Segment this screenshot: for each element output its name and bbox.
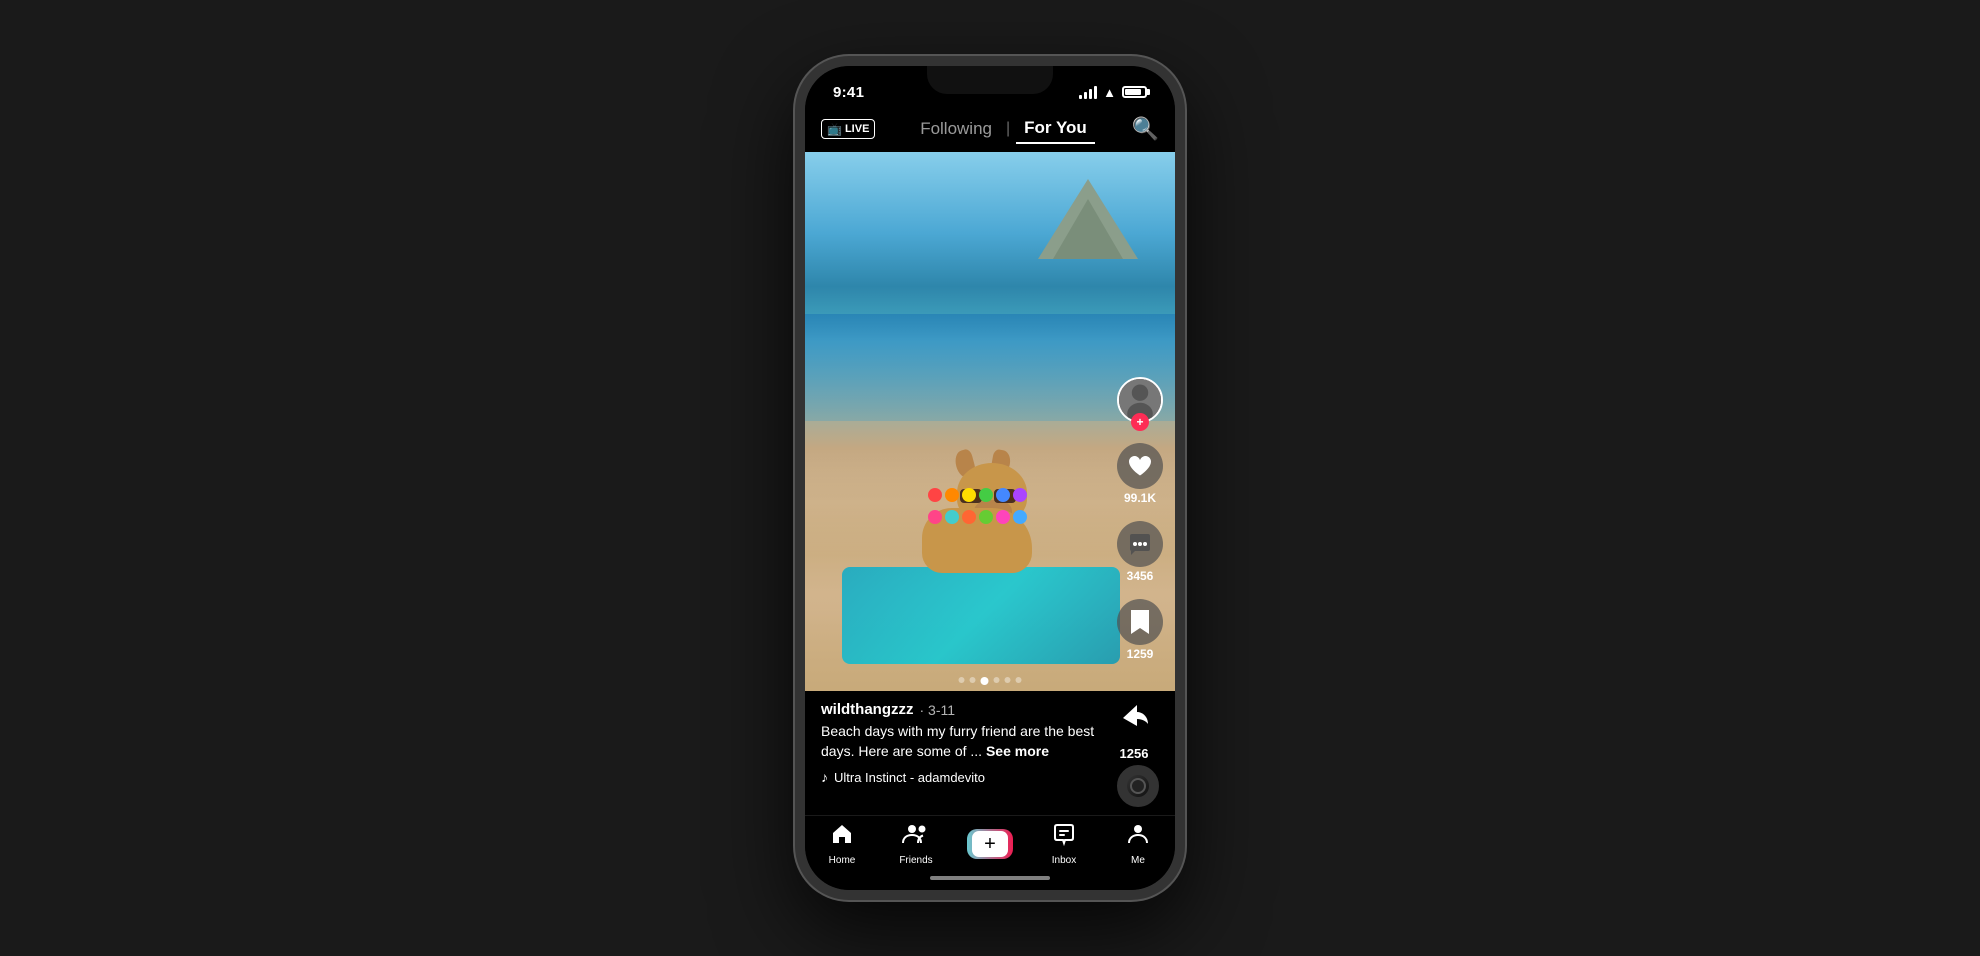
page-dot: [994, 677, 1000, 683]
bookmark-button[interactable]: 1259: [1117, 599, 1163, 661]
page-dot: [1005, 677, 1011, 683]
comment-icon: [1117, 521, 1163, 567]
friends-label: Friends: [899, 855, 932, 866]
nav-me[interactable]: Me: [1108, 822, 1168, 866]
nav-add[interactable]: +: [960, 829, 1020, 859]
inbox-label: Inbox: [1052, 855, 1076, 866]
add-plus-icon: +: [984, 833, 996, 856]
home-indicator: [805, 870, 1175, 890]
friends-icon: [902, 822, 930, 853]
me-icon: [1126, 822, 1150, 853]
lei-flower: [1013, 488, 1027, 502]
wifi-icon: ▲: [1103, 85, 1116, 100]
phone-frame: 9:41 ▲ 📺 LIVE Following: [795, 56, 1185, 900]
share-area[interactable]: 1256: [1109, 701, 1159, 807]
search-icon[interactable]: 🔍: [1132, 116, 1159, 142]
share-count: 1256: [1120, 746, 1149, 761]
lei-flower: [996, 488, 1010, 502]
nav-tabs: Following | For You: [912, 114, 1095, 144]
like-button[interactable]: 99.1K: [1117, 443, 1163, 505]
page-dots: [959, 677, 1022, 685]
page-dot: [970, 677, 976, 683]
lei-flower: [979, 488, 993, 502]
add-button[interactable]: +: [967, 829, 1013, 859]
lei-flower: [962, 488, 976, 502]
lei-flower: [996, 510, 1010, 524]
lei-flower: [1013, 510, 1027, 524]
share-icon: [1117, 701, 1151, 742]
mountain-decoration: [1038, 179, 1138, 259]
post-date: · 3-11: [920, 702, 956, 718]
music-disc: [1117, 765, 1159, 807]
status-icons: ▲: [1079, 85, 1147, 100]
lei-flower: [928, 510, 942, 524]
top-nav: 📺 LIVE Following | For You 🔍: [805, 110, 1175, 152]
me-label: Me: [1131, 855, 1145, 866]
status-time: 9:41: [833, 84, 864, 101]
heart-icon: [1117, 443, 1163, 489]
bottom-nav: Home Friends +: [805, 815, 1175, 870]
notch: [927, 66, 1053, 94]
page-dot: [1016, 677, 1022, 683]
music-label: Ultra Instinct - adamdevito: [834, 770, 985, 785]
follow-button[interactable]: +: [1131, 413, 1149, 431]
lei-flower: [945, 488, 959, 502]
nav-friends[interactable]: Friends: [886, 822, 946, 866]
username[interactable]: wildthangzzz: [821, 701, 914, 718]
page-dot: [959, 677, 965, 683]
signal-icon: [1079, 86, 1097, 99]
following-tab[interactable]: Following: [912, 115, 1000, 143]
comment-button[interactable]: 3456: [1117, 521, 1163, 583]
live-label: LIVE: [845, 123, 869, 135]
lei-flower: [945, 510, 959, 524]
lei-flower: [962, 510, 976, 524]
like-count: 99.1K: [1124, 491, 1156, 505]
for-you-tab[interactable]: For You: [1016, 114, 1095, 144]
live-button[interactable]: 📺 LIVE: [821, 119, 875, 139]
comment-count: 3456: [1127, 569, 1154, 583]
music-info[interactable]: ♪ Ultra Instinct - adamdevito: [821, 769, 1109, 785]
side-actions: + 99.1K: [1117, 377, 1163, 661]
creator-avatar[interactable]: +: [1117, 377, 1163, 423]
bookmark-count: 1259: [1127, 647, 1154, 661]
nav-home[interactable]: Home: [812, 822, 872, 866]
phone-screen: 9:41 ▲ 📺 LIVE Following: [805, 66, 1175, 890]
battery-icon: [1122, 86, 1147, 98]
dog-figure: [902, 443, 1062, 583]
see-more-button[interactable]: See more: [986, 743, 1049, 759]
lei-flower: [928, 488, 942, 502]
home-label: Home: [829, 855, 856, 866]
lei-flower: [979, 510, 993, 524]
video-container[interactable]: + 99.1K: [805, 152, 1175, 691]
video-description: Beach days with my furry friend are the …: [821, 722, 1109, 761]
tv-icon: 📺: [827, 122, 842, 136]
nav-divider: |: [1006, 120, 1010, 138]
home-icon: [830, 822, 854, 853]
bookmark-icon: [1117, 599, 1163, 645]
page-dot: [981, 677, 989, 685]
lei-decoration: [927, 488, 1027, 528]
bottom-panel: wildthangzzz · 3-11 Beach days with my f…: [805, 691, 1175, 815]
inbox-icon: [1052, 822, 1076, 853]
music-note-icon: ♪: [821, 769, 828, 785]
nav-inbox[interactable]: Inbox: [1034, 822, 1094, 866]
